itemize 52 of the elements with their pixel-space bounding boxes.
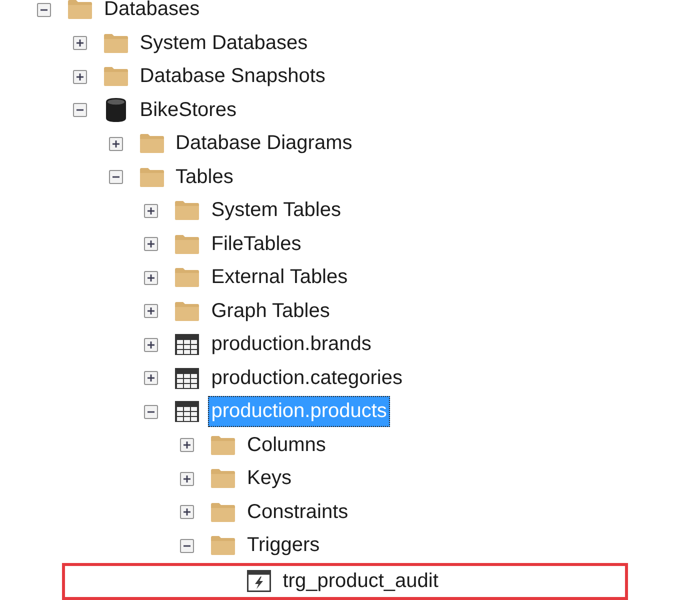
tree-node-label[interactable]: Triggers	[244, 530, 323, 562]
expand-icon[interactable]	[180, 505, 194, 520]
expand-icon[interactable]	[72, 70, 87, 84]
expand-icon[interactable]	[144, 237, 158, 252]
collapse-icon[interactable]	[144, 404, 158, 419]
tree-node-label[interactable]: Columns	[244, 430, 329, 461]
folder-icon	[211, 536, 235, 556]
folder-icon	[104, 67, 128, 86]
folder-icon	[175, 302, 200, 321]
expand-icon[interactable]	[144, 270, 158, 285]
tree-node-label[interactable]: Database Snapshots	[136, 61, 328, 92]
tree-node-label[interactable]: production.brands	[208, 329, 374, 360]
folder-icon	[68, 0, 92, 20]
folder-icon	[175, 234, 200, 254]
tree-node-label[interactable]: System Tables	[208, 195, 344, 226]
tree-node-label[interactable]: production.categories	[208, 362, 406, 394]
tree-node-label[interactable]: Database Diagrams	[172, 128, 356, 160]
collapse-icon[interactable]	[72, 103, 87, 118]
collapse-icon[interactable]	[37, 2, 51, 17]
folder-icon	[175, 268, 200, 288]
database-icon	[106, 98, 126, 122]
tree-node-label[interactable]: trg_product_audit	[280, 566, 442, 596]
expand-icon[interactable]	[144, 204, 158, 218]
expand-icon[interactable]	[144, 338, 158, 352]
table-icon	[175, 401, 200, 422]
tree-node-label[interactable]: Constraints	[244, 496, 352, 528]
tree-node-label[interactable]: Databases	[101, 0, 203, 26]
folder-icon	[104, 34, 128, 53]
tree-node-label[interactable]: External Tables	[208, 262, 351, 294]
table-icon	[175, 334, 200, 356]
collapse-icon[interactable]	[108, 170, 122, 184]
folder-icon	[140, 168, 164, 187]
expand-icon[interactable]	[144, 371, 158, 386]
tree-node-label[interactable]: FileTables	[208, 228, 304, 260]
tree-node-label[interactable]: BikeStores	[136, 94, 240, 126]
expand-icon[interactable]	[180, 438, 194, 452]
tree-node-label[interactable]: Graph Tables	[208, 296, 333, 327]
tree-node-label[interactable]: Keys	[244, 463, 294, 494]
expand-icon[interactable]	[144, 304, 158, 318]
folder-icon	[175, 201, 200, 220]
expand-icon[interactable]	[72, 36, 87, 50]
collapse-icon[interactable]	[180, 538, 194, 553]
tree-node-label[interactable]: Tables	[172, 162, 236, 193]
folder-icon	[211, 469, 235, 488]
expand-icon[interactable]	[180, 472, 194, 486]
lightning-window-icon	[246, 570, 271, 592]
folder-icon	[140, 134, 164, 154]
expand-icon[interactable]	[108, 136, 122, 151]
table-icon	[175, 368, 200, 389]
folder-icon	[211, 502, 235, 522]
folder-icon	[211, 436, 235, 455]
tree-node-label[interactable]: System Databases	[136, 28, 311, 59]
